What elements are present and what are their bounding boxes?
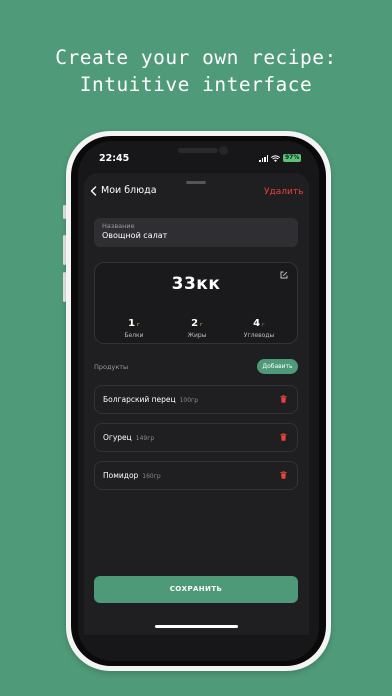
- delete-button[interactable]: Удалить: [264, 187, 303, 197]
- product-name: Болгарский перец 100гр: [103, 395, 199, 404]
- sheet-grabber[interactable]: [186, 181, 206, 184]
- headline-line-2: Intuitive interface: [79, 73, 313, 96]
- wifi-icon: [271, 154, 280, 162]
- headline-line-1: Create your own recipe:: [55, 46, 337, 69]
- macro-fat-unit: г: [200, 322, 203, 328]
- name-field-label: Название: [102, 222, 135, 230]
- back-button[interactable]: Мои блюда: [90, 185, 157, 196]
- battery-icon: 97%: [283, 154, 302, 162]
- trash-icon[interactable]: [280, 395, 287, 403]
- product-qty: 149гр: [135, 435, 155, 442]
- edit-icon[interactable]: [280, 271, 288, 279]
- save-button[interactable]: СОХРАНИТЬ: [94, 576, 298, 603]
- macro-fat: 2г Жиры: [172, 311, 222, 339]
- macro-carbs-unit: г: [262, 322, 265, 328]
- add-product-button[interactable]: Добавить: [257, 359, 298, 374]
- calories-value: 33кк: [171, 274, 221, 294]
- macro-protein-label: Белки: [124, 332, 144, 339]
- macro-fat-value: 2: [191, 318, 199, 329]
- macro-protein-unit: г: [137, 322, 140, 328]
- macro-fat-label: Жиры: [187, 332, 207, 339]
- speaker-grille: [178, 148, 218, 153]
- status-icons: 97%: [259, 154, 302, 162]
- trash-icon[interactable]: [280, 471, 287, 479]
- macro-carbs-label: Углеводы: [243, 332, 275, 339]
- front-camera: [219, 146, 228, 155]
- macro-carbs: 4г Углеводы: [234, 311, 284, 339]
- name-field-value[interactable]: Овощной салат: [102, 231, 167, 240]
- macro-protein: 1г Белки: [109, 311, 159, 339]
- signal-icon: [259, 154, 268, 162]
- product-name: Огурец 149гр: [103, 433, 155, 442]
- product-qty: 100гр: [179, 397, 199, 404]
- status-time: 22:45: [99, 153, 130, 164]
- macro-carbs-value: 4: [253, 318, 261, 329]
- product-qty: 160гр: [142, 473, 161, 480]
- macro-protein-value: 1: [128, 318, 136, 329]
- products-section-label: Продукты: [94, 363, 129, 371]
- headline: Create your own recipe: Intuitive interf…: [0, 44, 392, 98]
- product-name: Помидор 160гр: [103, 471, 161, 480]
- trash-icon[interactable]: [280, 433, 287, 441]
- home-indicator[interactable]: [155, 625, 238, 628]
- chevron-left-icon: [90, 185, 97, 196]
- back-button-label: Мои блюда: [101, 185, 157, 196]
